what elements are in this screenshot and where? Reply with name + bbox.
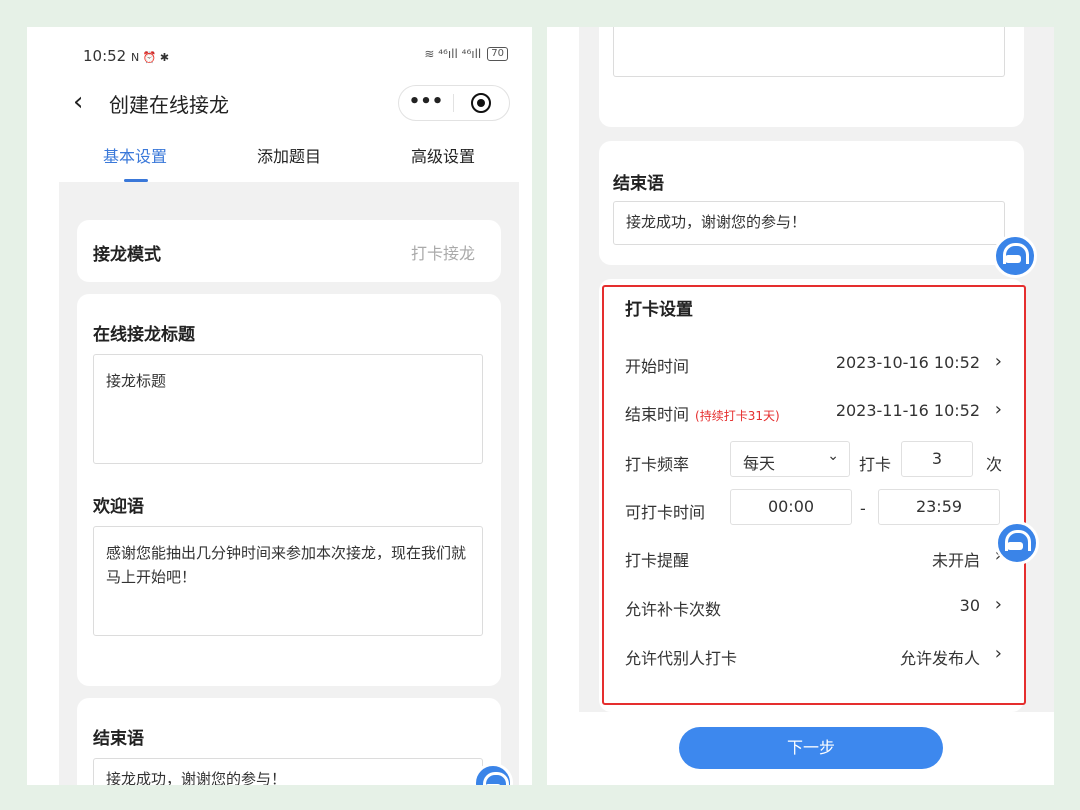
- makeup-value: 30: [959, 596, 980, 615]
- time-to-input[interactable]: 23:59: [878, 489, 1000, 525]
- tab-add-questions[interactable]: 添加题目: [257, 143, 321, 167]
- start-time-value: 2023-10-16 10:52: [835, 353, 980, 372]
- makeup-label: 允许补卡次数: [625, 600, 722, 619]
- mode-card[interactable]: 接龙模式 打卡接龙: [77, 220, 501, 282]
- checkin-count-input[interactable]: 3: [901, 441, 973, 477]
- page-title: 创建在线接龙: [109, 93, 229, 117]
- start-time-label: 开始时间: [625, 357, 690, 376]
- ending-label: 结束语: [93, 729, 144, 749]
- more-icon[interactable]: •••: [399, 86, 453, 120]
- time-range-row: 可打卡时间 00:00 - 23:59: [625, 489, 1002, 525]
- welcome-textarea[interactable]: [613, 27, 1005, 77]
- mode-label: 接龙模式: [93, 245, 161, 265]
- title-input[interactable]: 接龙标题: [93, 354, 483, 464]
- welcome-card: [599, 27, 1024, 127]
- welcome-textarea[interactable]: 感谢您能抽出几分钟时间来参加本次接龙，现在我们就马上开始吧！: [93, 526, 483, 636]
- nav-bar: ‹ 创建在线接龙 •••: [27, 85, 532, 125]
- checkin-settings-title: 打卡设置: [625, 300, 693, 320]
- status-bar: 10:52 N ⏰ ✱ ≋ ⁴⁶ıll ⁴⁶ıll 70: [83, 47, 508, 69]
- end-time-value: 2023-11-16 10:52: [835, 401, 980, 420]
- miniprogram-capsule: •••: [398, 85, 510, 121]
- chevron-right-icon[interactable]: ›: [995, 643, 1002, 664]
- title-welcome-card: 在线接龙标题 接龙标题 欢迎语 感谢您能抽出几分钟时间来参加本次接龙，现在我们就…: [77, 294, 501, 686]
- proxy-label: 允许代别人打卡: [625, 649, 738, 668]
- ending-card: 结束语 接龙成功，谢谢您的参与！: [599, 141, 1024, 265]
- end-time-row[interactable]: 结束时间 (持续打卡31天) 2023-11-16 10:52 ›: [625, 397, 1002, 427]
- phone-screen-left: 10:52 N ⏰ ✱ ≋ ⁴⁶ıll ⁴⁶ıll 70 ‹ 创建在线接龙 ••…: [27, 27, 532, 785]
- makeup-row[interactable]: 允许补卡次数 30 ›: [625, 592, 1002, 622]
- customer-service-headset-icon[interactable]: [995, 521, 1039, 565]
- signal-icon: ≋ ⁴⁶ıll ⁴⁶ıll: [424, 47, 482, 61]
- proxy-row[interactable]: 允许代别人打卡 允许发布人 ›: [625, 641, 1002, 671]
- reminder-label: 打卡提醒: [625, 551, 690, 570]
- customer-service-headset-icon[interactable]: [993, 234, 1037, 278]
- ending-input[interactable]: 接龙成功，谢谢您的参与！: [93, 758, 483, 785]
- ending-label: 结束语: [613, 174, 664, 194]
- reminder-row[interactable]: 打卡提醒 未开启 ›: [625, 543, 1002, 573]
- frequency-mid-label: 打卡: [859, 455, 892, 474]
- ending-input[interactable]: 接龙成功，谢谢您的参与！: [613, 201, 1005, 245]
- time-range-label: 可打卡时间: [625, 503, 706, 522]
- duration-note: (持续打卡31天): [695, 409, 780, 423]
- mode-value: 打卡接龙: [410, 244, 475, 263]
- phone-screen-right: 结束语 接龙成功，谢谢您的参与！ 打卡设置 开始时间 2023-10-16 10…: [547, 27, 1054, 785]
- frequency-unit: 次: [985, 455, 1002, 474]
- capsule-divider: [453, 94, 454, 112]
- end-time-label: 结束时间 (持续打卡31天): [625, 405, 780, 424]
- tab-advanced-settings[interactable]: 高级设置: [411, 143, 475, 167]
- time-from-input[interactable]: 00:00: [730, 489, 852, 525]
- tab-basic-settings[interactable]: 基本设置: [103, 143, 167, 167]
- status-icons: ≋ ⁴⁶ıll ⁴⁶ıll 70: [424, 47, 508, 61]
- chevron-right-icon[interactable]: ›: [995, 594, 1002, 615]
- frequency-select[interactable]: 每天 ⌄: [730, 441, 850, 477]
- status-time: 10:52 N ⏰ ✱: [83, 47, 170, 65]
- proxy-value: 允许发布人: [899, 649, 980, 668]
- frequency-row: 打卡频率 每天 ⌄ 打卡 3 次: [625, 441, 1002, 477]
- time-range-separator: -: [860, 499, 866, 518]
- back-icon[interactable]: ‹: [73, 87, 83, 117]
- reminder-value: 未开启: [931, 551, 980, 570]
- chevron-down-icon: ⌄: [827, 448, 839, 464]
- battery-icon: 70: [487, 47, 508, 61]
- chevron-right-icon[interactable]: ›: [995, 399, 1002, 420]
- frequency-label: 打卡频率: [625, 455, 690, 474]
- start-time-row[interactable]: 开始时间 2023-10-16 10:52 ›: [625, 349, 1002, 379]
- close-circle-icon[interactable]: [471, 93, 491, 113]
- ending-card: 结束语 接龙成功，谢谢您的参与！: [77, 698, 501, 785]
- welcome-label: 欢迎语: [93, 497, 144, 517]
- next-step-button[interactable]: 下一步: [679, 727, 943, 769]
- frequency-select-value: 每天: [743, 454, 776, 473]
- form-area: 接龙模式 打卡接龙 在线接龙标题 接龙标题 欢迎语 感谢您能抽出几分钟时间来参加…: [59, 182, 519, 785]
- title-label: 在线接龙标题: [93, 325, 195, 345]
- chevron-right-icon[interactable]: ›: [995, 351, 1002, 372]
- tab-bar: 基本设置 添加题目 高级设置: [27, 143, 532, 183]
